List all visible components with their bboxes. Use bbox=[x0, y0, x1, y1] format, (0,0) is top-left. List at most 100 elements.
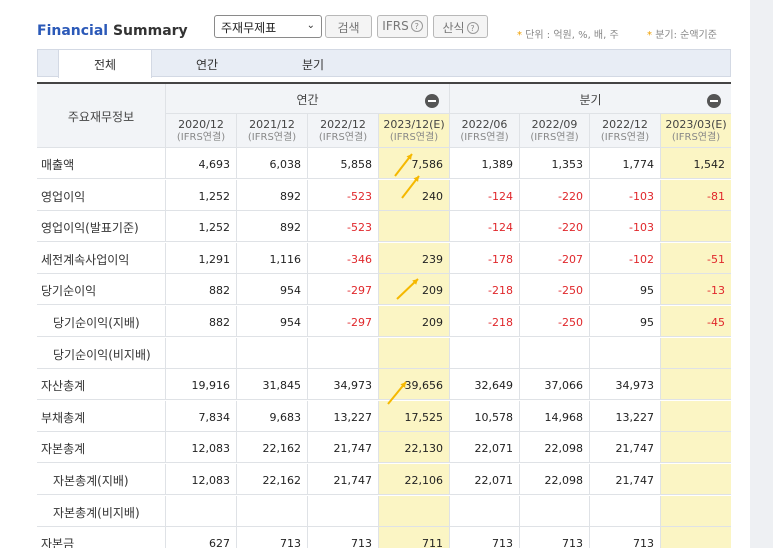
table-cell: -124 bbox=[449, 211, 519, 242]
table-row[interactable]: 매출액 4,693 6,038 5,858 7,586 1,389 1,353 1,774 1,… bbox=[37, 148, 731, 179]
table-cell bbox=[236, 337, 307, 368]
table-cell: 34,973 bbox=[307, 369, 378, 400]
table-cell: 22,098 bbox=[519, 464, 589, 494]
row-label: 세전계속사업이익 bbox=[41, 252, 130, 267]
table-row[interactable]: 당기순이익(지배) 882 954 -297 209 -218 -250 95 -45 bbox=[37, 306, 731, 337]
table-cell: 13,227 bbox=[307, 400, 378, 431]
table-cell: 22,071 bbox=[449, 432, 519, 463]
table-cell: 711 bbox=[378, 527, 449, 548]
column-header: 2023/12(E) (IFRS연결) bbox=[378, 114, 449, 148]
table-cell: -124 bbox=[449, 179, 519, 210]
table-row[interactable]: 자본총계 12,083 22,162 21,747 22,130 22,071 22,098… bbox=[37, 432, 731, 464]
table-cell: 21,747 bbox=[589, 432, 660, 463]
table-cell: 22,071 bbox=[449, 464, 519, 494]
table-cell: 12,083 bbox=[165, 432, 236, 463]
column-period: 2023/03(E) bbox=[665, 118, 727, 131]
table-cell: -297 bbox=[307, 306, 378, 336]
table-cell bbox=[589, 337, 660, 368]
table-row[interactable]: 자본총계(지배) 12,083 22,162 21,747 22,106 22,071 22… bbox=[37, 464, 731, 495]
table-cell: -81 bbox=[660, 179, 731, 210]
table-cell: -218 bbox=[449, 274, 519, 305]
table-row[interactable]: 당기순이익(비지배) bbox=[37, 337, 731, 369]
table-cell: -102 bbox=[589, 242, 660, 273]
formula-button-label: 산식 bbox=[442, 21, 465, 35]
table-cell: 7,586 bbox=[378, 148, 449, 178]
group-quarter-label: 분기 bbox=[579, 93, 602, 107]
column-period: 2021/12 bbox=[249, 118, 295, 131]
column-period: 2023/12(E) bbox=[383, 118, 445, 131]
table-cell bbox=[660, 527, 731, 548]
table-row[interactable]: 자산총계 19,916 31,845 34,973 39,656 32,649 37,066… bbox=[37, 369, 731, 401]
search-button[interactable]: 검색 bbox=[325, 15, 372, 38]
table-row[interactable]: 자본총계(비지배) bbox=[37, 495, 731, 527]
table-cell: 954 bbox=[236, 274, 307, 305]
select-value: 주재무제표 bbox=[221, 21, 277, 35]
period-tabs: 전체 연간 분기 bbox=[37, 49, 731, 78]
table-cell: 954 bbox=[236, 306, 307, 336]
table-row[interactable]: 영업이익 1,252 892 -523 240 -124 -220 -103 -81 bbox=[37, 179, 731, 211]
row-label: 당기순이익(지배) bbox=[53, 316, 140, 330]
chevron-down-icon: ⌄ bbox=[306, 20, 315, 31]
table-cell: 12,083 bbox=[165, 464, 236, 494]
ifrs-button[interactable]: IFRS? bbox=[377, 15, 428, 38]
table-cell: 892 bbox=[236, 179, 307, 210]
table-row[interactable]: 영업이익(발표기준) 1,252 892 -523 -124 -220 -103 bbox=[37, 211, 731, 243]
collapse-quarter-icon[interactable] bbox=[707, 94, 721, 108]
table-cell bbox=[165, 337, 236, 368]
table-cell: 209 bbox=[378, 306, 449, 336]
table-cell: 31,845 bbox=[236, 369, 307, 400]
table-cell bbox=[660, 211, 731, 242]
row-label: 자산총계 bbox=[41, 379, 86, 394]
row-header-label: 주요재무정보 bbox=[37, 84, 165, 148]
table-cell: 209 bbox=[378, 274, 449, 305]
help-icon[interactable]: ? bbox=[466, 22, 479, 34]
table-cell bbox=[307, 337, 378, 368]
table-cell: 22,162 bbox=[236, 464, 307, 494]
table-cell bbox=[660, 432, 731, 463]
statement-type-select[interactable]: 주재무제표 ⌄ bbox=[214, 15, 322, 38]
table-row[interactable]: 세전계속사업이익 1,291 1,116 -346 239 -178 -207 -102 -51 bbox=[37, 242, 731, 274]
table-cell: 713 bbox=[589, 527, 660, 548]
table-cell bbox=[660, 400, 731, 431]
column-period: 2022/06 bbox=[461, 118, 508, 131]
table-cell bbox=[236, 495, 307, 526]
row-label: 당기순이익(비지배) bbox=[53, 347, 151, 362]
formula-button[interactable]: 산식? bbox=[433, 15, 488, 38]
table-cell: 17,525 bbox=[378, 400, 449, 431]
tab-all[interactable]: 전체 bbox=[58, 50, 152, 78]
group-header-annual: 연간 bbox=[165, 84, 449, 114]
table-cell: -51 bbox=[660, 242, 731, 273]
table-cell: 21,747 bbox=[307, 464, 378, 494]
table-cell: 6,038 bbox=[236, 148, 307, 178]
title-summary: Summary bbox=[108, 23, 188, 39]
table-row[interactable]: 부채총계 7,834 9,683 13,227 17,525 10,578 14,968 13… bbox=[37, 400, 731, 432]
column-basis: (IFRS연결) bbox=[460, 132, 509, 143]
summary-header: Financial Summary 주재무제표 ⌄ 검색 IFRS? 산식? *… bbox=[37, 14, 737, 44]
table-row[interactable]: 자본금 627 713 713 711 713 713 713 bbox=[37, 527, 731, 548]
table-cell bbox=[519, 337, 589, 368]
table-cell: -250 bbox=[519, 306, 589, 336]
table-cell: -346 bbox=[307, 242, 378, 273]
table-cell: 34,973 bbox=[589, 369, 660, 400]
table-cell: 713 bbox=[519, 527, 589, 548]
column-period: 2022/12 bbox=[320, 118, 366, 131]
tab-quarterly[interactable]: 분기 bbox=[266, 50, 360, 77]
column-basis: (IFRS연결) bbox=[176, 132, 226, 143]
table-cell bbox=[378, 337, 449, 368]
row-label: 당기순이익 bbox=[41, 284, 97, 299]
column-basis: (IFRS연결) bbox=[671, 132, 721, 143]
help-icon[interactable]: ? bbox=[410, 20, 423, 32]
tab-annual[interactable]: 연간 bbox=[160, 50, 254, 77]
table-cell: 713 bbox=[307, 527, 378, 548]
collapse-annual-icon[interactable] bbox=[425, 94, 439, 108]
table-cell: 1,774 bbox=[589, 148, 660, 178]
column-basis: (IFRS연결) bbox=[247, 132, 297, 143]
table-cell: -103 bbox=[589, 179, 660, 210]
table-cell: 1,252 bbox=[165, 179, 236, 210]
column-header: 2021/12 (IFRS연결) bbox=[236, 114, 307, 148]
row-label: 부채총계 bbox=[41, 410, 86, 425]
table-cell: 240 bbox=[378, 179, 449, 210]
table-row[interactable]: 당기순이익 882 954 -297 209 -218 -250 95 -13 bbox=[37, 274, 731, 306]
ifrs-button-label: IFRS bbox=[382, 19, 409, 33]
table-cell: 21,747 bbox=[307, 432, 378, 463]
